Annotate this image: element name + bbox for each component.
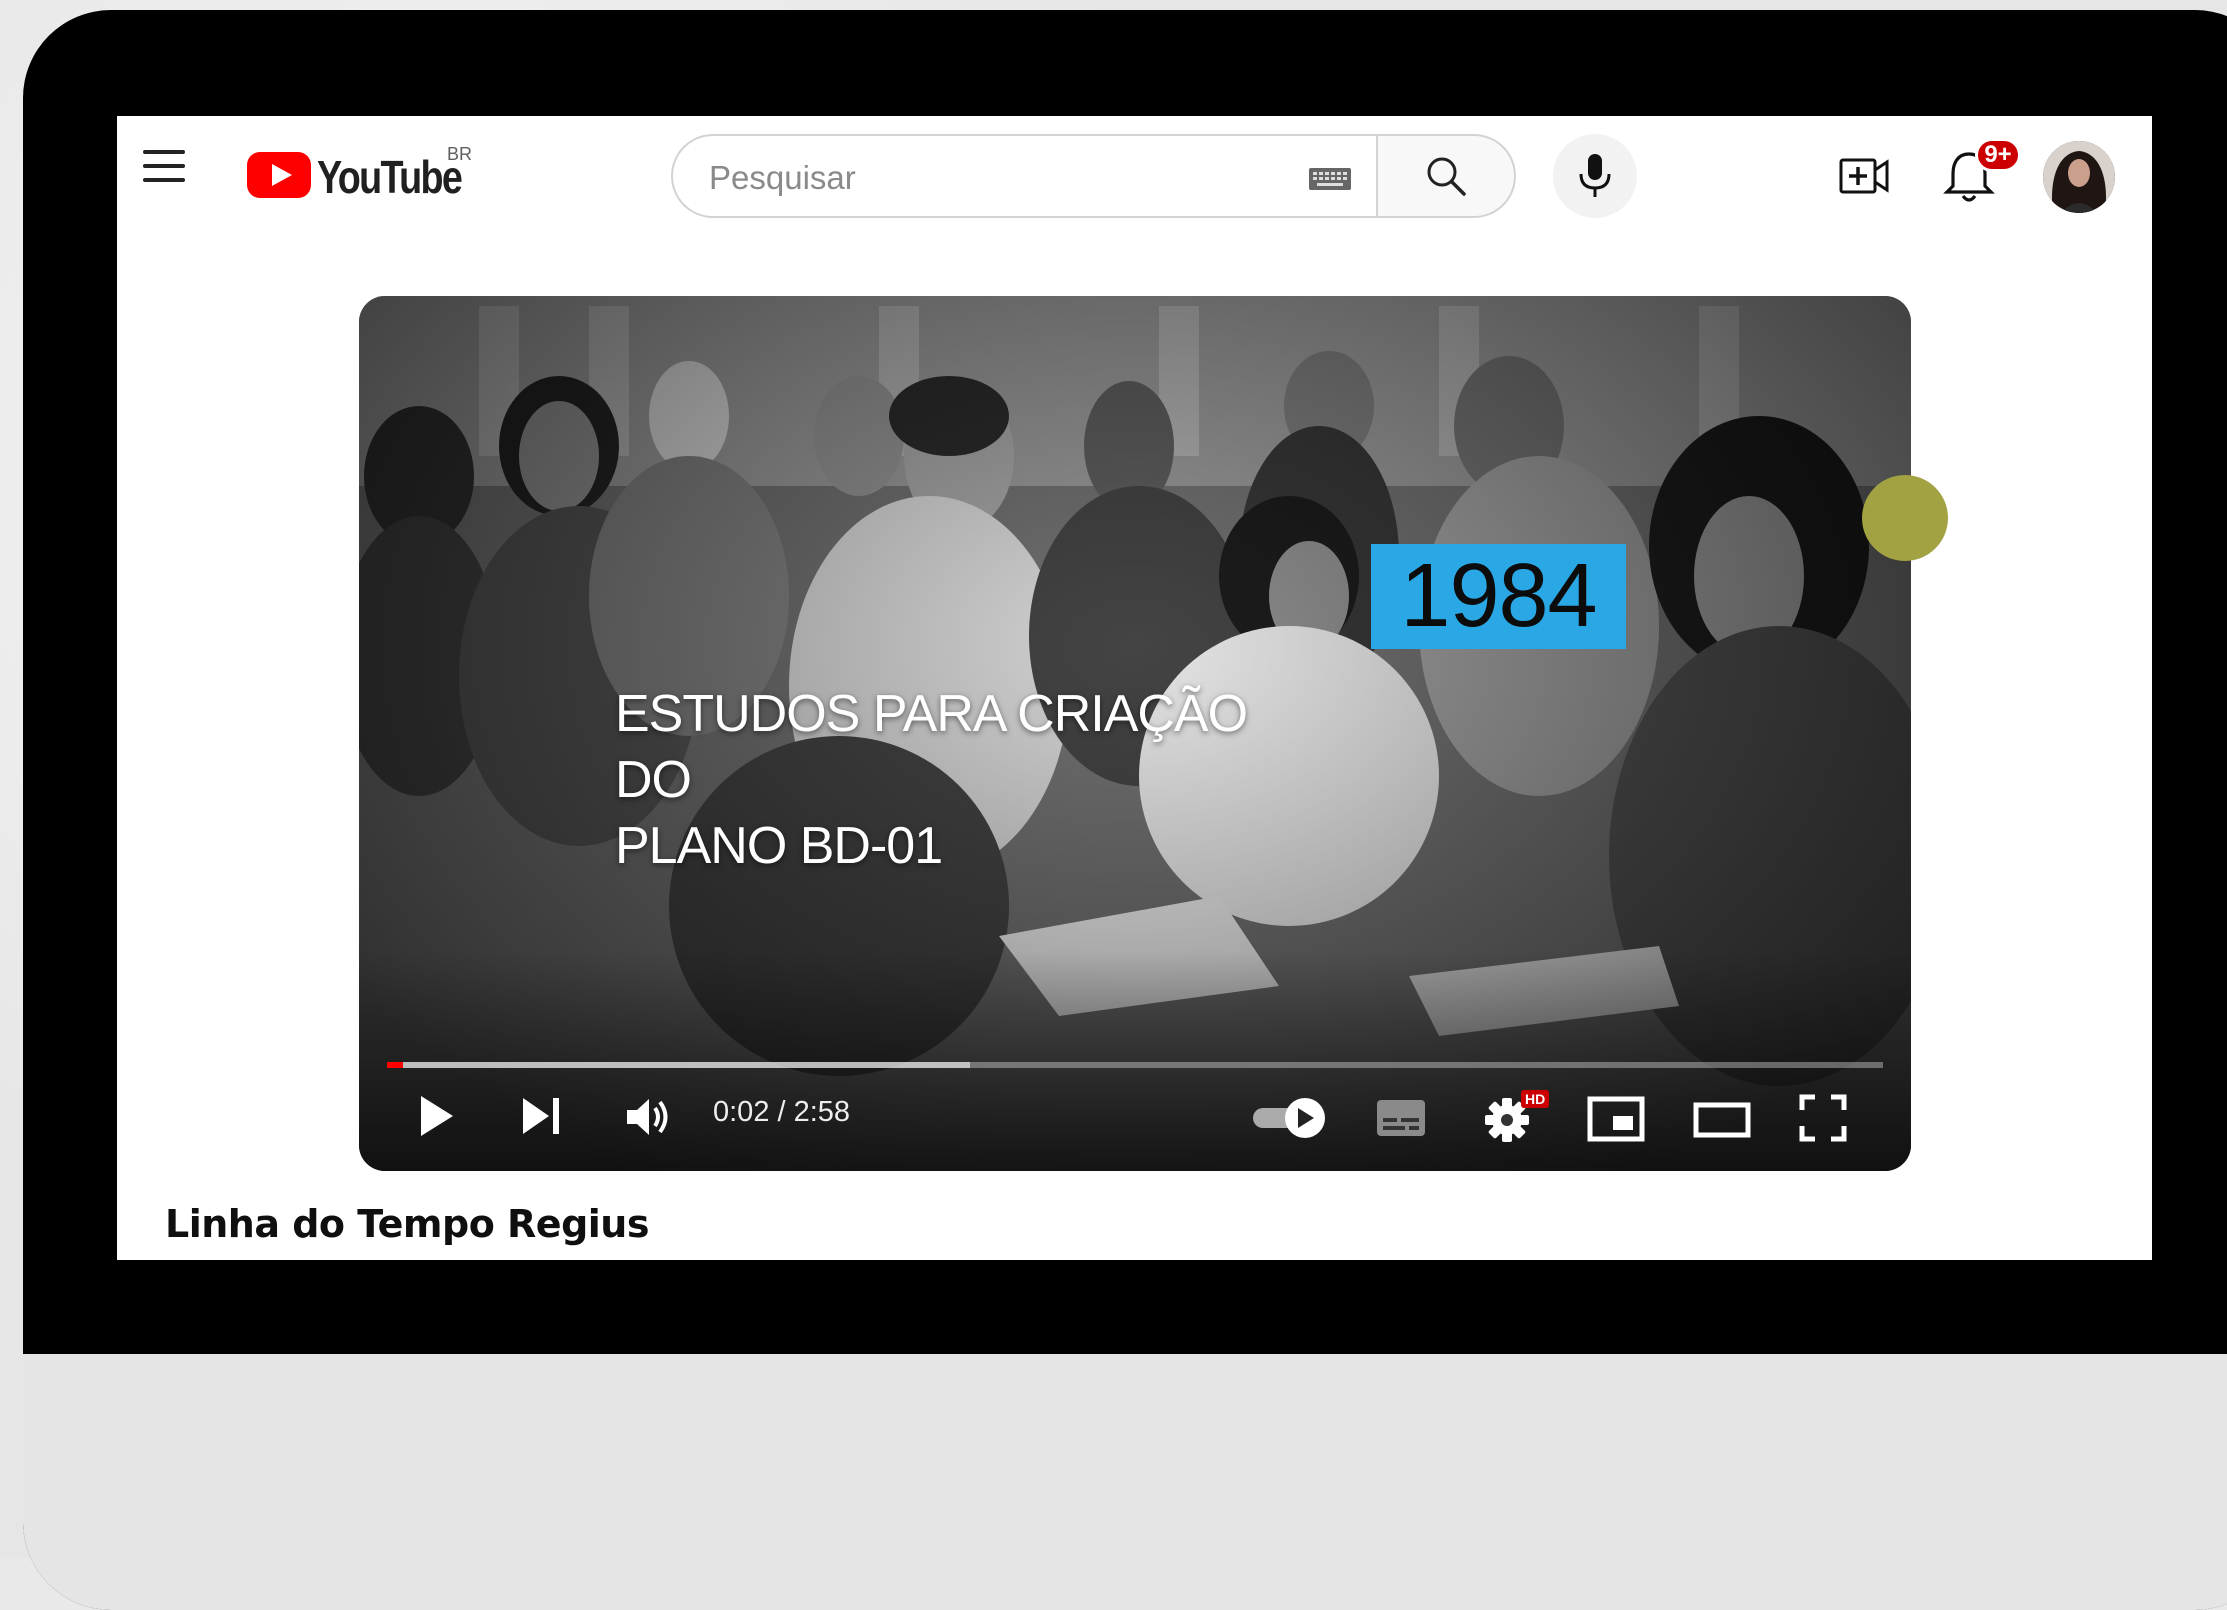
miniplayer-icon[interactable] <box>1587 1096 1645 1142</box>
monitor-frame: YouTube BR Pesquisar 9+ ESTUDOS PARA CRI… <box>23 10 2227 1610</box>
progress-played <box>387 1062 404 1068</box>
search-button[interactable] <box>1376 134 1516 218</box>
menu-icon-bar <box>143 150 185 154</box>
decorative-dot <box>1862 475 1948 561</box>
subtitles-icon[interactable] <box>1375 1098 1427 1138</box>
microphone-icon <box>1579 154 1611 197</box>
menu-icon-bar <box>143 164 185 168</box>
search-icon <box>1427 157 1466 196</box>
avatar[interactable] <box>2043 141 2115 213</box>
video-player[interactable]: ESTUDOS PARA CRIAÇÃO DO PLANO BD-01 1984… <box>359 296 1911 1171</box>
year-badge: 1984 <box>1371 544 1626 649</box>
progress-bar[interactable] <box>387 1062 1883 1068</box>
youtube-screen: YouTube BR Pesquisar 9+ ESTUDOS PARA CRI… <box>117 116 2152 1260</box>
menu-button[interactable] <box>143 148 187 184</box>
logo-region: BR <box>447 144 473 164</box>
avatar-portrait <box>2043 141 2115 213</box>
masthead: YouTube BR Pesquisar 9+ <box>117 116 2152 228</box>
search-input[interactable] <box>707 156 1271 200</box>
theater-mode-icon[interactable] <box>1693 1102 1751 1138</box>
overlay-title-line-2: PLANO BD-01 <box>615 817 943 875</box>
monitor-chin <box>23 1354 2227 1610</box>
notification-count-badge: 9+ <box>1975 138 2021 172</box>
fullscreen-icon[interactable] <box>1799 1094 1847 1142</box>
next-icon[interactable] <box>521 1096 563 1136</box>
volume-icon[interactable] <box>625 1096 673 1138</box>
keyboard-icon[interactable] <box>1308 167 1352 191</box>
autoplay-toggle[interactable] <box>1251 1096 1331 1140</box>
overlay-title-line-1: ESTUDOS PARA CRIAÇÃO DO <box>615 685 1248 809</box>
youtube-play-icon <box>247 152 311 198</box>
hd-badge: HD <box>1521 1090 1550 1108</box>
create-video-icon[interactable] <box>1839 154 1889 198</box>
time-display: 0:02 / 2:58 <box>713 1096 851 1128</box>
video-title: Linha do Tempo Regius <box>165 1202 649 1246</box>
menu-icon-bar <box>143 178 185 182</box>
play-icon[interactable] <box>417 1092 457 1140</box>
controls-shade <box>359 951 1911 1171</box>
progress-buffered <box>387 1062 971 1068</box>
voice-search-button[interactable] <box>1553 134 1637 218</box>
video-overlay-title: ESTUDOS PARA CRIAÇÃO DO PLANO BD-01 <box>615 681 1335 879</box>
search-box <box>671 134 1376 218</box>
logo-text: YouTube <box>317 151 463 203</box>
